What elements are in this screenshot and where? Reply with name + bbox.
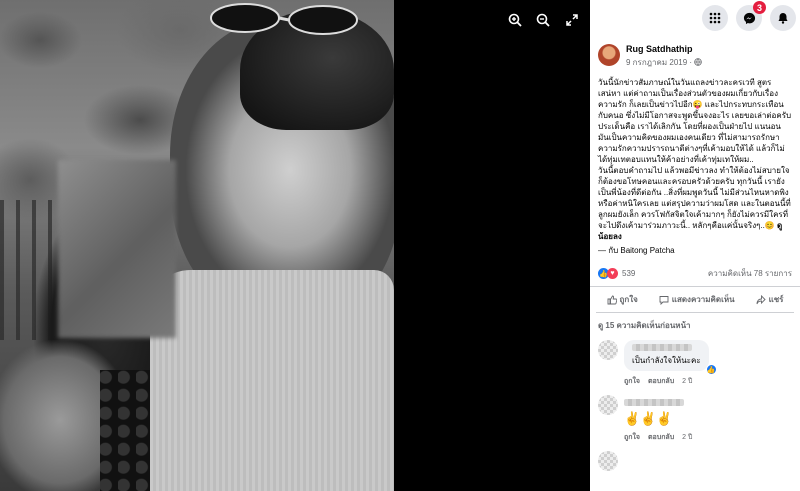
messenger-button[interactable]: 3 — [736, 1, 766, 31]
commenter-avatar[interactable] — [598, 451, 618, 471]
photo-viewer — [0, 0, 590, 491]
comment-label: แสดงความคิดเห็น — [671, 295, 735, 304]
share-icon — [756, 294, 766, 304]
post-text: วันนี้นักข่าวสัมภาษณ์ในวันแถลงข่าวละครเว… — [590, 73, 800, 242]
messenger-icon — [743, 12, 755, 24]
comment-reply-button[interactable]: ตอบกลับ — [648, 376, 674, 387]
comment-bubble: เป็นกำลังใจให้นะคะ 👍 — [624, 340, 717, 375]
commenter-avatar[interactable] — [598, 340, 618, 360]
post-actions: ถูกใจ แสดงความคิดเห็น แชร์ — [596, 287, 794, 313]
commenter-name-redacted[interactable] — [632, 344, 692, 351]
commenter-avatar[interactable] — [598, 395, 618, 415]
grid-menu-icon[interactable] — [702, 5, 728, 31]
post-date[interactable]: 9 กรกฎาคม 2019 · — [626, 56, 703, 69]
commenter-name-redacted[interactable] — [624, 399, 684, 406]
zoom-in-icon[interactable] — [505, 10, 525, 30]
comments-count[interactable]: ความคิดเห็น 78 รายการ — [708, 267, 792, 280]
blurred-face — [58, 160, 176, 338]
comment-content: ✌️✌️✌️ — [624, 395, 684, 427]
notifications-button[interactable] — [770, 5, 796, 31]
comment-like-button[interactable]: ถูกใจ — [624, 376, 640, 387]
like-button[interactable]: ถูกใจ — [607, 293, 638, 306]
comment-item — [590, 449, 800, 473]
post-tag-line[interactable]: — กับ Baitong Patcha — [590, 242, 800, 257]
reactions-bar: 👍 ♥ 539 ความคิดเห็น 78 รายการ — [590, 257, 800, 287]
zoom-out-icon[interactable] — [533, 10, 553, 30]
comment-icon — [659, 295, 669, 305]
post-date-text: 9 กรกฎาคม 2019 · — [626, 58, 695, 67]
comment-meta: ถูกใจ ตอบกลับ 2 ปี — [590, 373, 800, 393]
comment-reply-button[interactable]: ตอบกลับ — [648, 432, 674, 443]
love-reaction-icon: ♥ — [607, 268, 618, 279]
post-side-panel: 3 Rug Satdhathip 9 กรกฎาคม 2019 · วันนี้… — [590, 0, 800, 491]
view-previous-comments[interactable]: ดู 15 ความคิดเห็นก่อนหน้า — [590, 313, 800, 338]
messenger-badge: 3 — [753, 1, 766, 14]
comment-emoji-text: ✌️✌️✌️ — [624, 411, 673, 426]
photo-man-shirt — [150, 270, 394, 491]
post-photo[interactable] — [0, 0, 394, 491]
share-label: แชร์ — [768, 295, 784, 304]
comment-item: เป็นกำลังใจให้นะคะ 👍 — [590, 338, 800, 375]
comment-text: เป็นกำลังใจให้นะคะ — [632, 356, 701, 365]
globe-icon — [694, 58, 703, 66]
comment-like-icon: 👍 — [705, 364, 717, 375]
author-name[interactable]: Rug Satdhathip — [626, 44, 702, 54]
top-navigation: 3 — [590, 0, 800, 36]
fullscreen-icon[interactable] — [562, 10, 582, 30]
share-button[interactable]: แชร์ — [756, 293, 784, 306]
photo-sunglasses — [210, 3, 358, 35]
comment-meta: ถูกใจ ตอบกลับ 2 ปี — [590, 429, 800, 449]
post-header: Rug Satdhathip 9 กรกฎาคม 2019 · — [590, 36, 800, 73]
comment-time[interactable]: 2 ปี — [682, 432, 692, 443]
bell-icon — [778, 13, 788, 24]
like-label: ถูกใจ — [619, 295, 638, 304]
photo-viewer-page: 3 Rug Satdhathip 9 กรกฎาคม 2019 · วันนี้… — [0, 0, 800, 491]
comment-like-button[interactable]: ถูกใจ — [624, 432, 640, 443]
comment-time[interactable]: 2 ปี — [682, 376, 692, 387]
post-body: วันนี้นักข่าวสัมภาษณ์ในวันแถลงข่าวละครเว… — [598, 78, 792, 230]
reaction-count: 539 — [622, 269, 636, 278]
thumbs-up-icon — [607, 295, 617, 304]
comment-button[interactable]: แสดงความคิดเห็น — [659, 293, 735, 306]
reaction-summary[interactable]: 👍 ♥ 539 — [598, 268, 635, 279]
author-avatar[interactable] — [598, 44, 620, 66]
comment-item: ✌️✌️✌️ — [590, 393, 800, 429]
